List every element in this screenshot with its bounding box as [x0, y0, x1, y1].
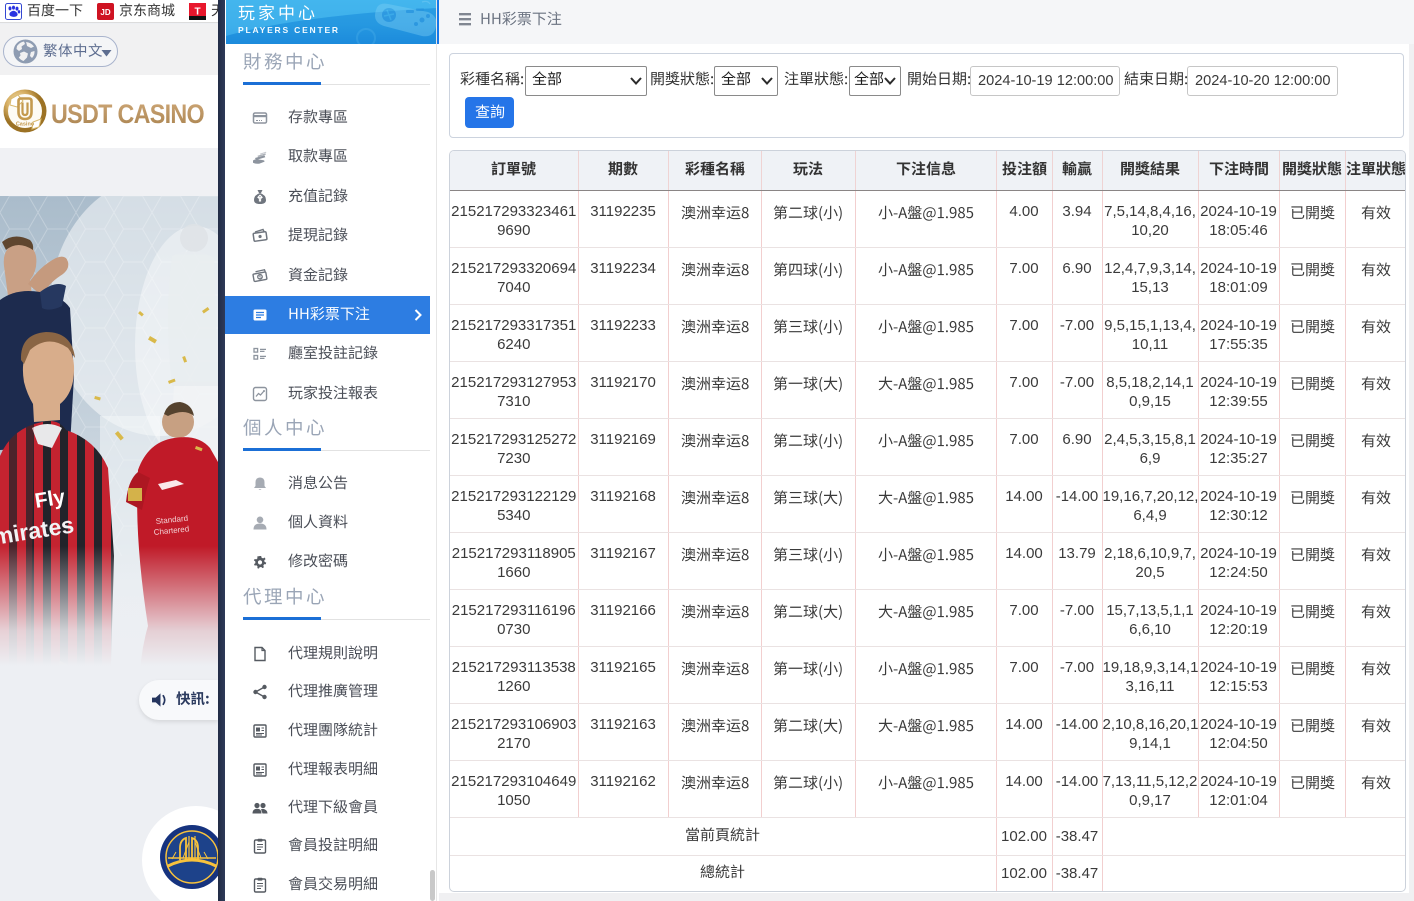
svg-text:Fly: Fly	[33, 485, 67, 513]
svg-text:Casino: Casino	[16, 122, 35, 128]
svg-text:JD: JD	[100, 8, 110, 17]
svg-text:T: T	[194, 7, 200, 18]
